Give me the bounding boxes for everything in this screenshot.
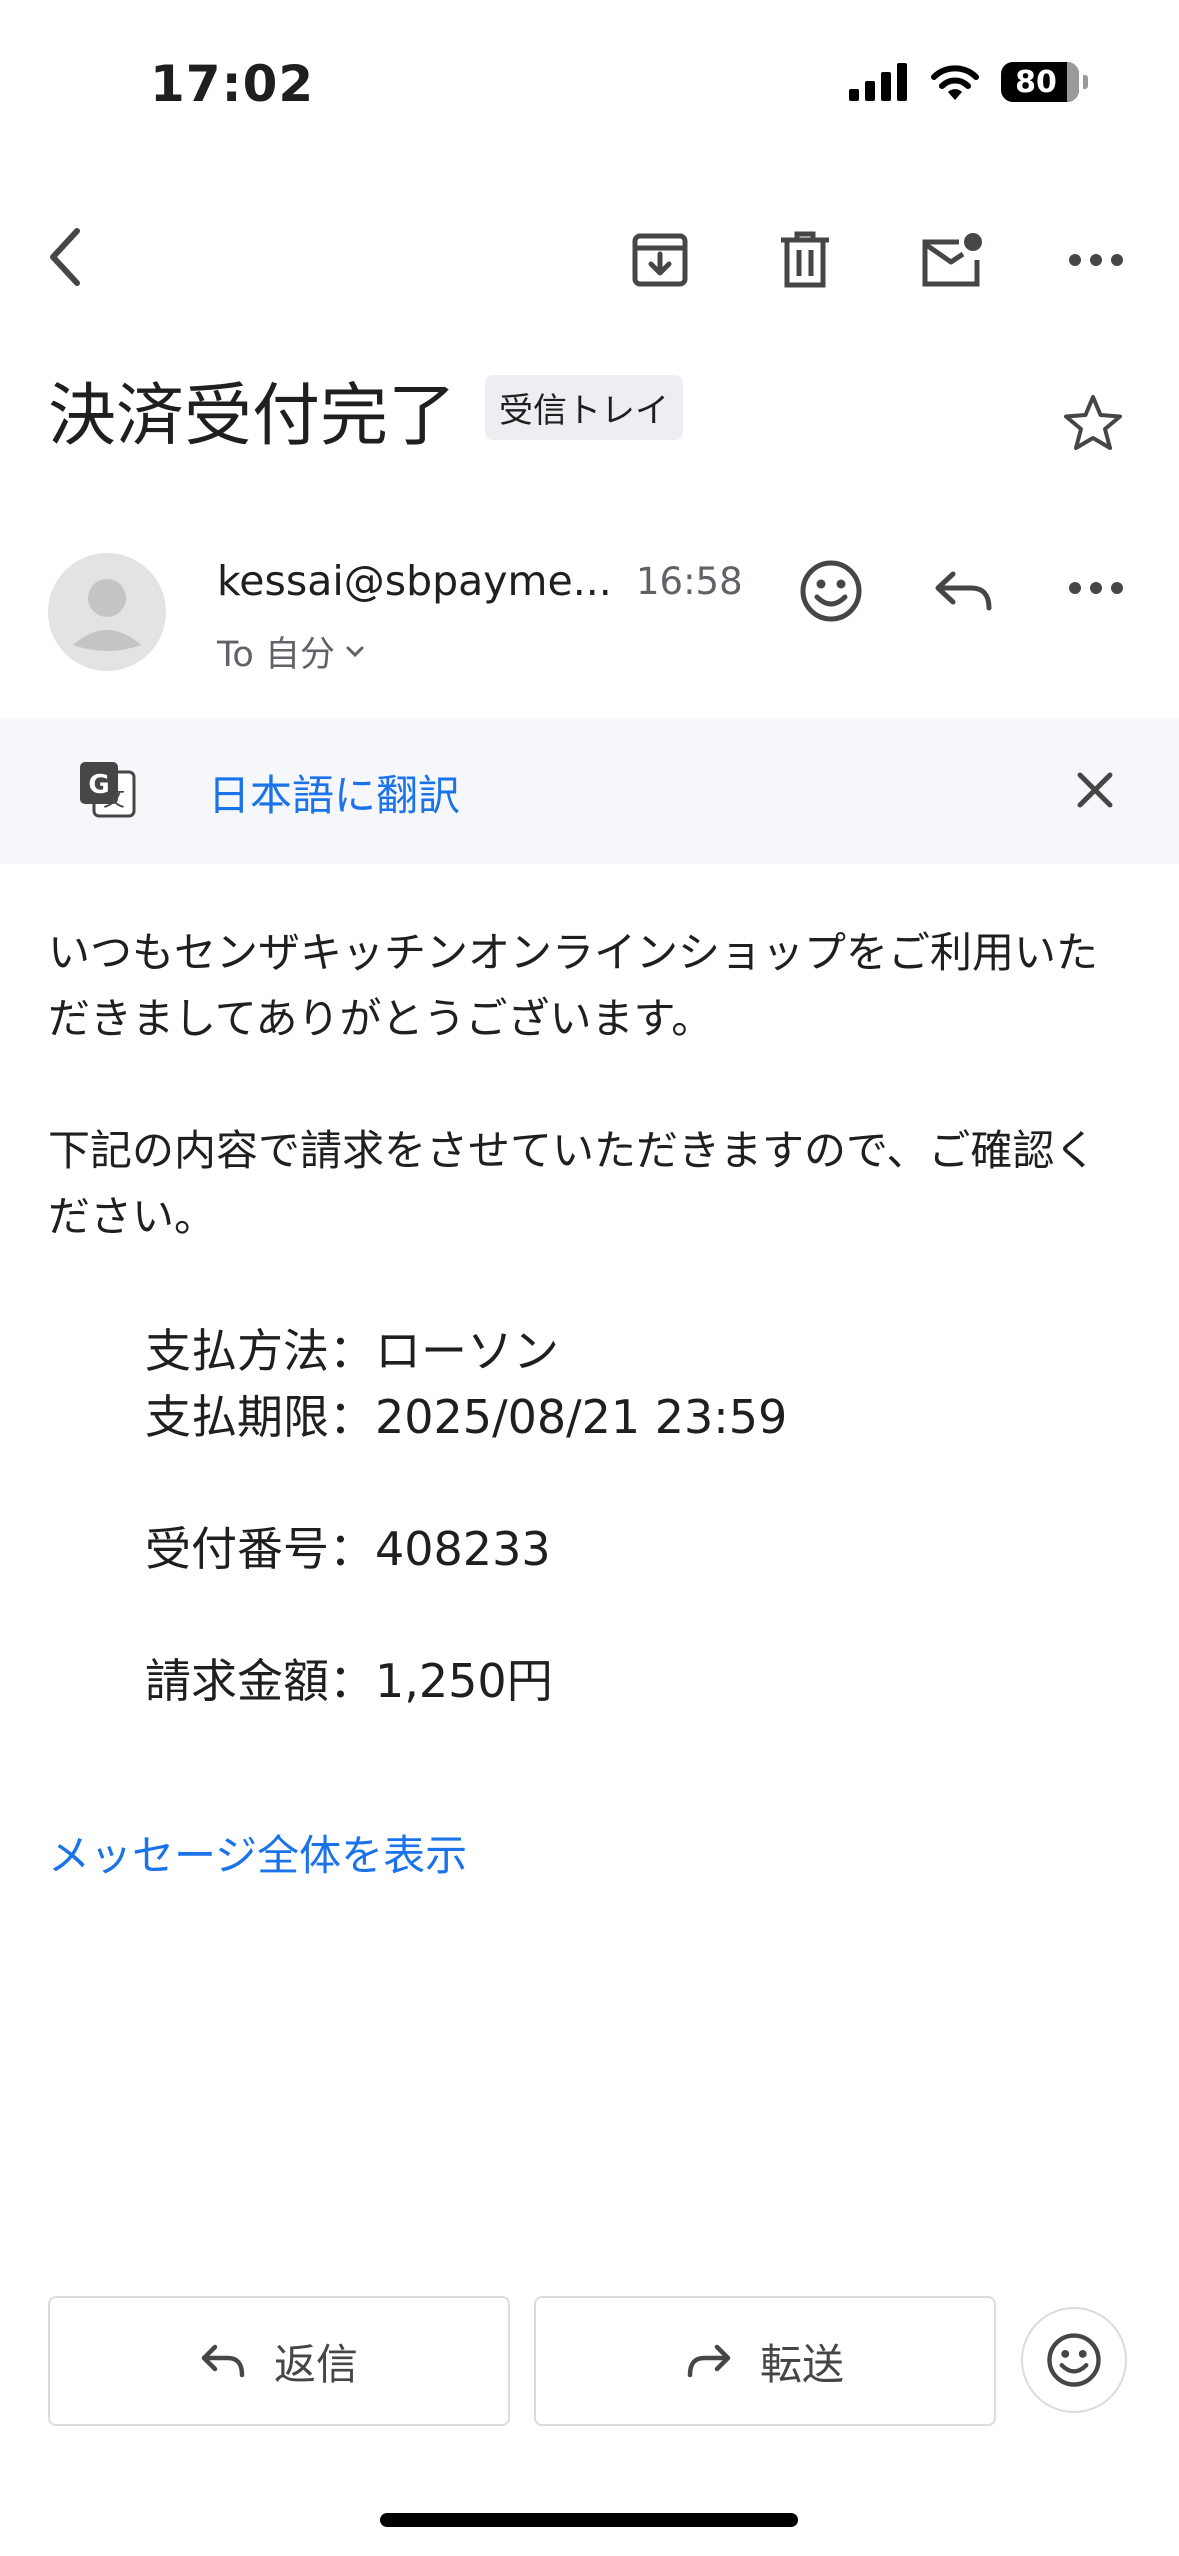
received-time: 16:58	[636, 560, 743, 603]
cellular-signal-icon	[849, 63, 907, 101]
reply-label: 返信	[273, 2339, 358, 2389]
star-button[interactable]	[1058, 388, 1128, 458]
status-icons: 80	[849, 62, 1088, 102]
chevron-left-icon	[50, 228, 80, 286]
archive-icon	[632, 233, 688, 287]
wifi-icon	[931, 65, 979, 100]
receipt-number: 受付番号：408233	[145, 1522, 551, 1576]
google-translate-icon: 文 G	[80, 762, 136, 818]
star-icon	[1064, 395, 1122, 450]
sender-avatar[interactable]	[48, 553, 166, 671]
emoji-icon	[1047, 2333, 1101, 2387]
sender-address[interactable]: kessai@sbpayme...	[217, 557, 612, 605]
message-more-button[interactable]	[1056, 553, 1136, 623]
email-body: いつもセンザキッチンオンラインショップをご利用いただきましてありがとうございます…	[48, 920, 1138, 1316]
inbox-label-chip[interactable]: 受信トレイ	[485, 375, 683, 440]
payment-details: 支払方法：ローソン 支払期限：2025/08/21 23:59 受付番号：408…	[145, 1318, 787, 1714]
status-time: 17:02	[150, 55, 315, 113]
forward-label: 転送	[759, 2339, 844, 2389]
reply-icon	[935, 571, 992, 611]
mark-unread-button[interactable]	[912, 225, 992, 295]
forward-icon	[687, 2344, 731, 2378]
emoji-reaction-button[interactable]	[1021, 2307, 1127, 2413]
trash-icon	[781, 231, 829, 288]
more-horizontal-icon	[1069, 254, 1123, 266]
translate-link[interactable]: 日本語に翻訳	[208, 762, 460, 823]
person-avatar-icon	[73, 579, 141, 651]
forward-button[interactable]: 転送	[534, 2296, 996, 2426]
reply-icon	[201, 2344, 245, 2378]
emoji-icon	[800, 560, 862, 622]
show-full-message-link[interactable]: メッセージ全体を表示	[48, 1822, 467, 1883]
back-button[interactable]	[30, 222, 100, 292]
translate-bar	[0, 718, 1179, 864]
react-emoji-button[interactable]	[793, 553, 869, 629]
reply-button[interactable]: 返信	[48, 2296, 510, 2426]
battery-indicator: 80	[1001, 62, 1088, 102]
body-paragraph: いつもセンザキッチンオンラインショップをご利用いただきましてありがとうございます…	[48, 928, 1099, 1043]
battery-level: 80	[1015, 64, 1057, 100]
translate-logo: 文 G	[78, 760, 138, 820]
payment-deadline: 支払期限：2025/08/21 23:59	[145, 1390, 788, 1444]
archive-button[interactable]	[625, 225, 695, 295]
svg-text:G: G	[88, 770, 109, 800]
chevron-down-icon	[346, 646, 364, 657]
payment-method: 支払方法：ローソン	[145, 1324, 559, 1378]
body-paragraph: 下記の内容で請求をさせていただきますので、ご確認ください。	[48, 1126, 1097, 1241]
recipient-toggle[interactable]: To 自分	[217, 626, 365, 677]
reply-icon-button[interactable]	[925, 553, 1001, 629]
more-horizontal-icon	[1069, 582, 1123, 594]
delete-button[interactable]	[770, 225, 840, 295]
more-options-button[interactable]	[1056, 225, 1136, 295]
close-icon	[1077, 772, 1113, 808]
home-indicator[interactable]	[380, 2513, 798, 2527]
close-translate-button[interactable]	[1060, 755, 1130, 825]
email-subject: 決済受付完了	[48, 377, 457, 456]
mail-unread-icon	[922, 233, 982, 287]
billing-amount: 請求金額：1,250円	[145, 1654, 553, 1708]
recipient-label: To 自分	[217, 635, 335, 675]
